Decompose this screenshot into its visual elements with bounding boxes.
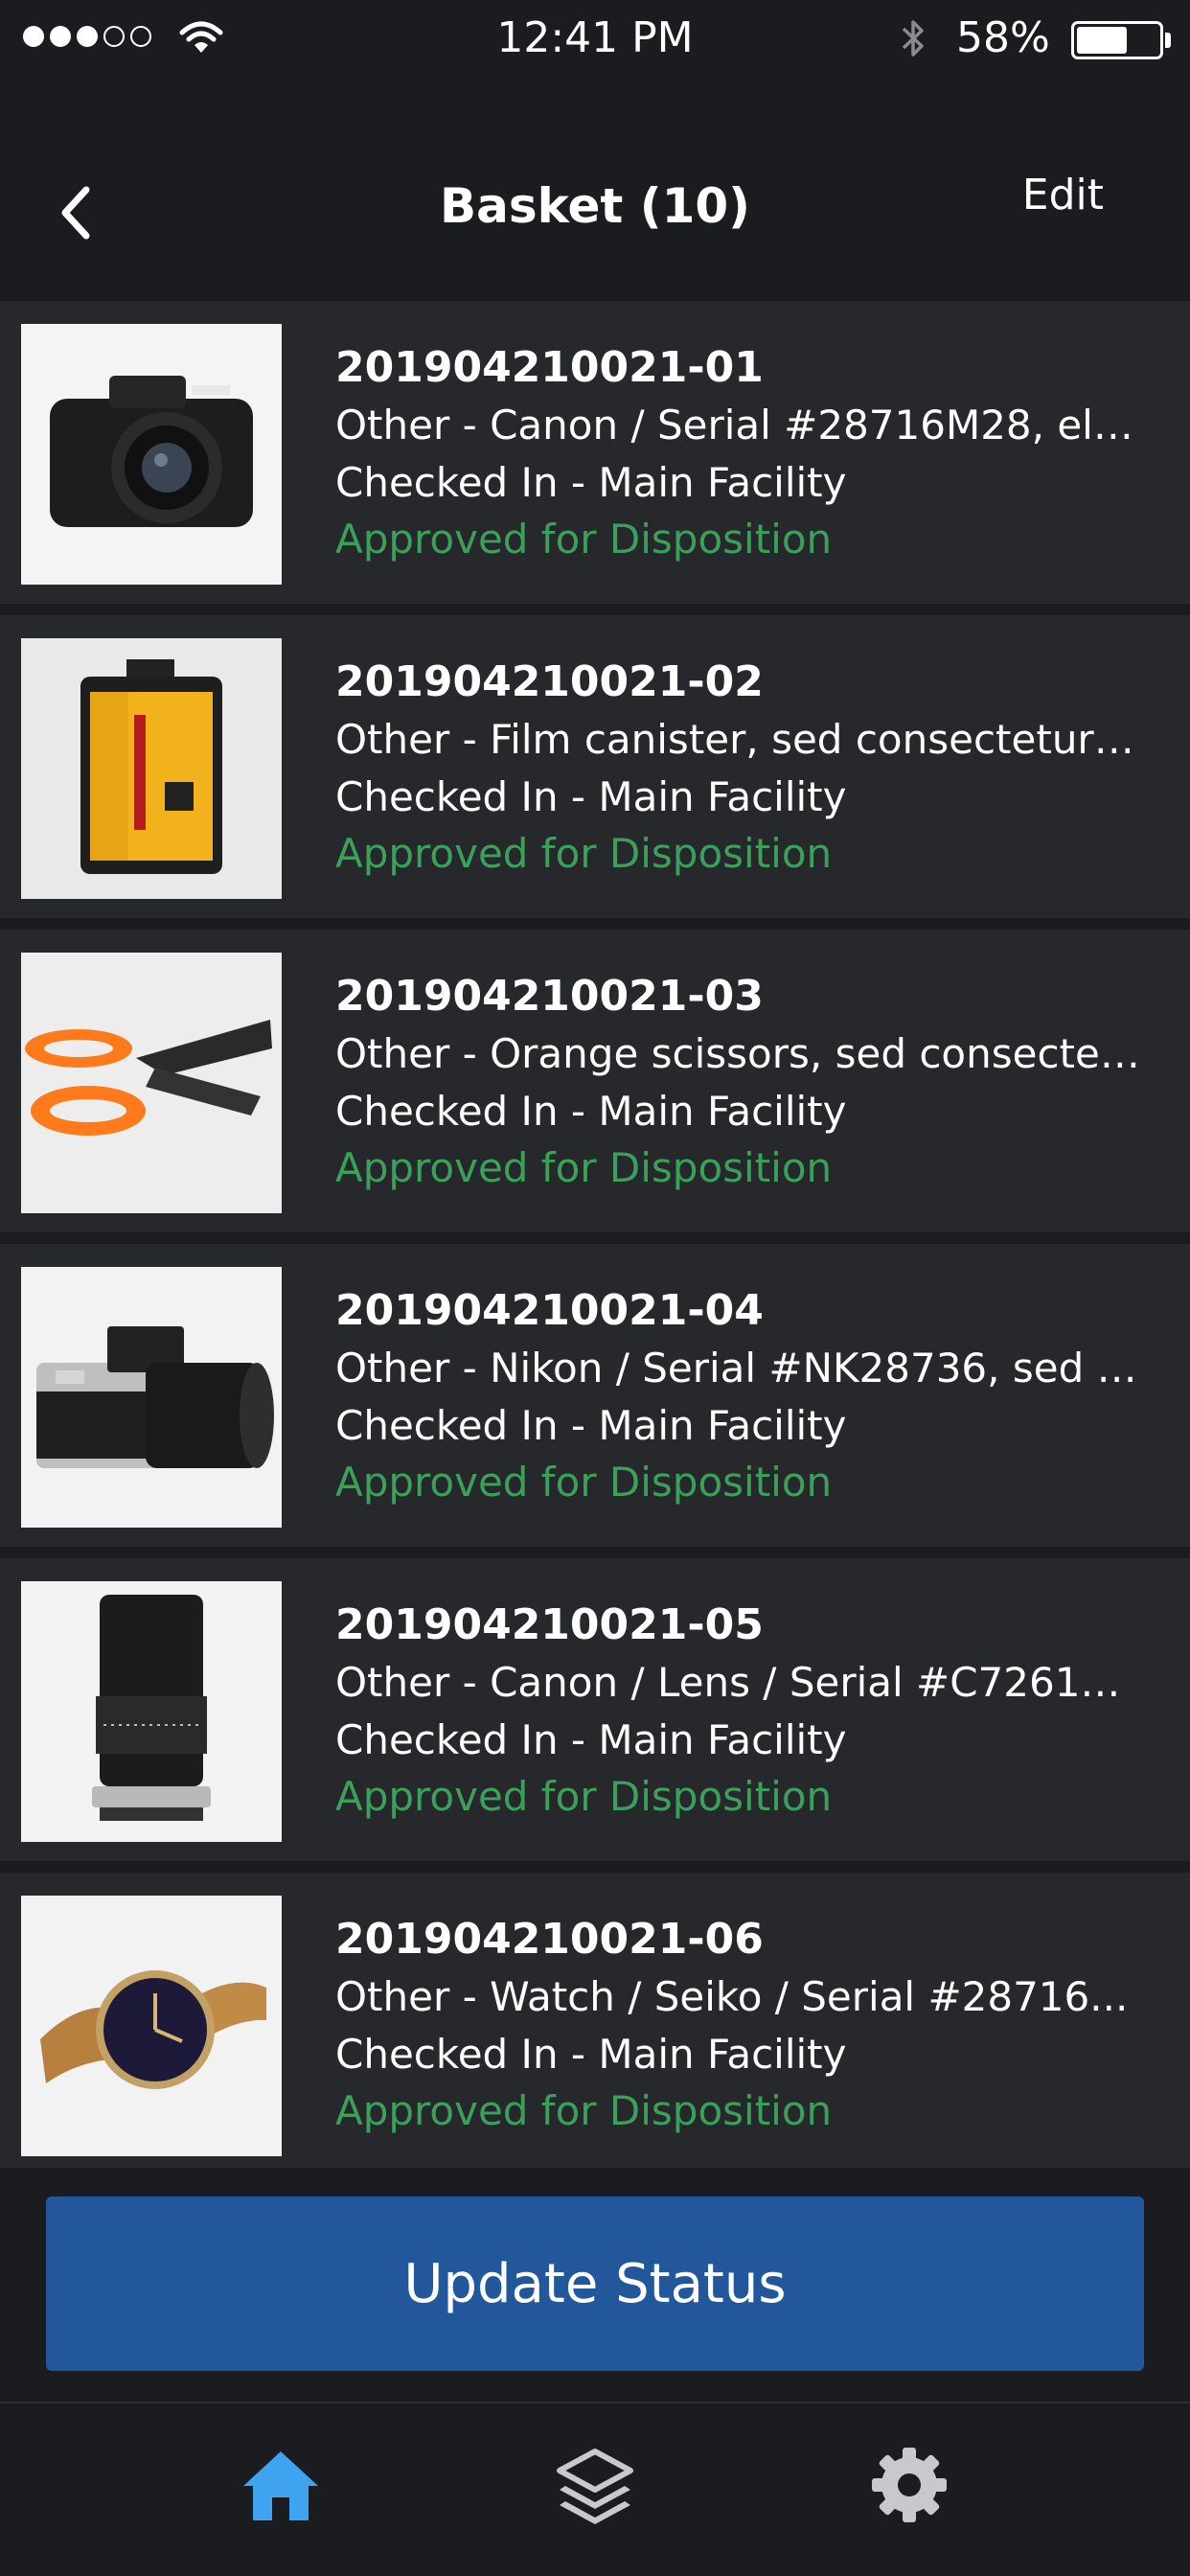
- basket-list: 201904210021-01 Other - Canon / Serial #…: [0, 301, 1190, 2187]
- battery-level: [1077, 27, 1128, 54]
- status-bar: 12:41 PM 58%: [0, 0, 1190, 77]
- item-location: Checked In - Main Facility: [335, 773, 847, 820]
- item-location: Checked In - Main Facility: [335, 1402, 847, 1449]
- list-item[interactable]: 201904210021-02 Other - Film canister, s…: [0, 615, 1190, 918]
- item-location: Checked In - Main Facility: [335, 1716, 847, 1763]
- item-status: Approved for Disposition: [335, 1773, 833, 1820]
- item-status: Approved for Disposition: [335, 2087, 833, 2134]
- item-description: Other - Film canister, sed consectetur .…: [335, 716, 1140, 763]
- item-text: 201904210021-02 Other - Film canister, s…: [335, 654, 1140, 882]
- tab-layers[interactable]: [552, 2442, 638, 2528]
- lens-thumbnail: [21, 1581, 282, 1842]
- gear-icon: [872, 2448, 947, 2522]
- nav-bar: Basket (10) Edit: [0, 144, 1190, 278]
- item-id: 201904210021-06: [335, 1915, 764, 1964]
- item-text: 201904210021-01 Other - Canon / Serial #…: [335, 339, 1140, 567]
- item-location: Checked In - Main Facility: [335, 459, 847, 506]
- tab-home[interactable]: [238, 2442, 324, 2528]
- battery-percent: 58%: [956, 13, 1050, 62]
- item-id: 201904210021-04: [335, 1286, 764, 1335]
- update-status-area: Update Status: [0, 2168, 1190, 2402]
- item-status: Approved for Disposition: [335, 516, 833, 563]
- item-status: Approved for Disposition: [335, 1144, 833, 1191]
- home-icon: [243, 2451, 318, 2520]
- item-location: Checked In - Main Facility: [335, 2031, 847, 2078]
- list-item[interactable]: 201904210021-01 Other - Canon / Serial #…: [0, 301, 1190, 604]
- item-text: 201904210021-03 Other - Orange scissors,…: [335, 968, 1140, 1196]
- item-description: Other - Nikon / Serial #NK28736, sed c..…: [335, 1345, 1140, 1392]
- list-item[interactable]: 201904210021-04 Other - Nikon / Serial #…: [0, 1244, 1190, 1547]
- nikon-camera-thumbnail: [21, 1267, 282, 1528]
- item-status: Approved for Disposition: [335, 1459, 833, 1506]
- item-text: 201904210021-04 Other - Nikon / Serial #…: [335, 1282, 1140, 1510]
- layers-icon: [557, 2449, 633, 2524]
- item-id: 201904210021-01: [335, 343, 764, 392]
- item-status: Approved for Disposition: [335, 830, 833, 877]
- item-id: 201904210021-03: [335, 972, 764, 1021]
- page-title: Basket (10): [439, 178, 751, 234]
- battery-tip: [1165, 33, 1171, 48]
- item-description: Other - Orange scissors, sed consectet..…: [335, 1030, 1140, 1077]
- item-id: 201904210021-02: [335, 657, 764, 706]
- item-description: Other - Watch / Seiko / Serial #28716...: [335, 1973, 1129, 2020]
- tab-settings[interactable]: [866, 2442, 952, 2528]
- list-item[interactable]: 201904210021-06 Other - Watch / Seiko / …: [0, 1873, 1190, 2175]
- list-item[interactable]: 201904210021-03 Other - Orange scissors,…: [0, 930, 1190, 1232]
- scissors-thumbnail: [21, 953, 282, 1213]
- item-text: 201904210021-06 Other - Watch / Seiko / …: [335, 1911, 1140, 2139]
- item-description: Other - Canon / Serial #28716M28, elli..…: [335, 402, 1140, 448]
- bluetooth-icon: [902, 20, 924, 57]
- item-location: Checked In - Main Facility: [335, 1088, 847, 1135]
- canon-camera-thumbnail: [21, 324, 282, 585]
- battery-icon: [1071, 21, 1163, 59]
- item-text: 201904210021-05 Other - Canon / Lens / S…: [335, 1597, 1140, 1825]
- edit-button[interactable]: Edit: [1022, 171, 1104, 219]
- item-description: Other - Canon / Lens / Serial #C72612...: [335, 1659, 1140, 1706]
- film-canister-thumbnail: [21, 638, 282, 899]
- item-id: 201904210021-05: [335, 1600, 764, 1649]
- list-item[interactable]: 201904210021-05 Other - Canon / Lens / S…: [0, 1558, 1190, 1861]
- screen: 12:41 PM 58% Basket (10) Edit 2019042100…: [0, 0, 1190, 2576]
- watch-thumbnail: [21, 1896, 282, 2156]
- tab-bar: [0, 2404, 1190, 2576]
- update-status-button[interactable]: Update Status: [46, 2196, 1144, 2371]
